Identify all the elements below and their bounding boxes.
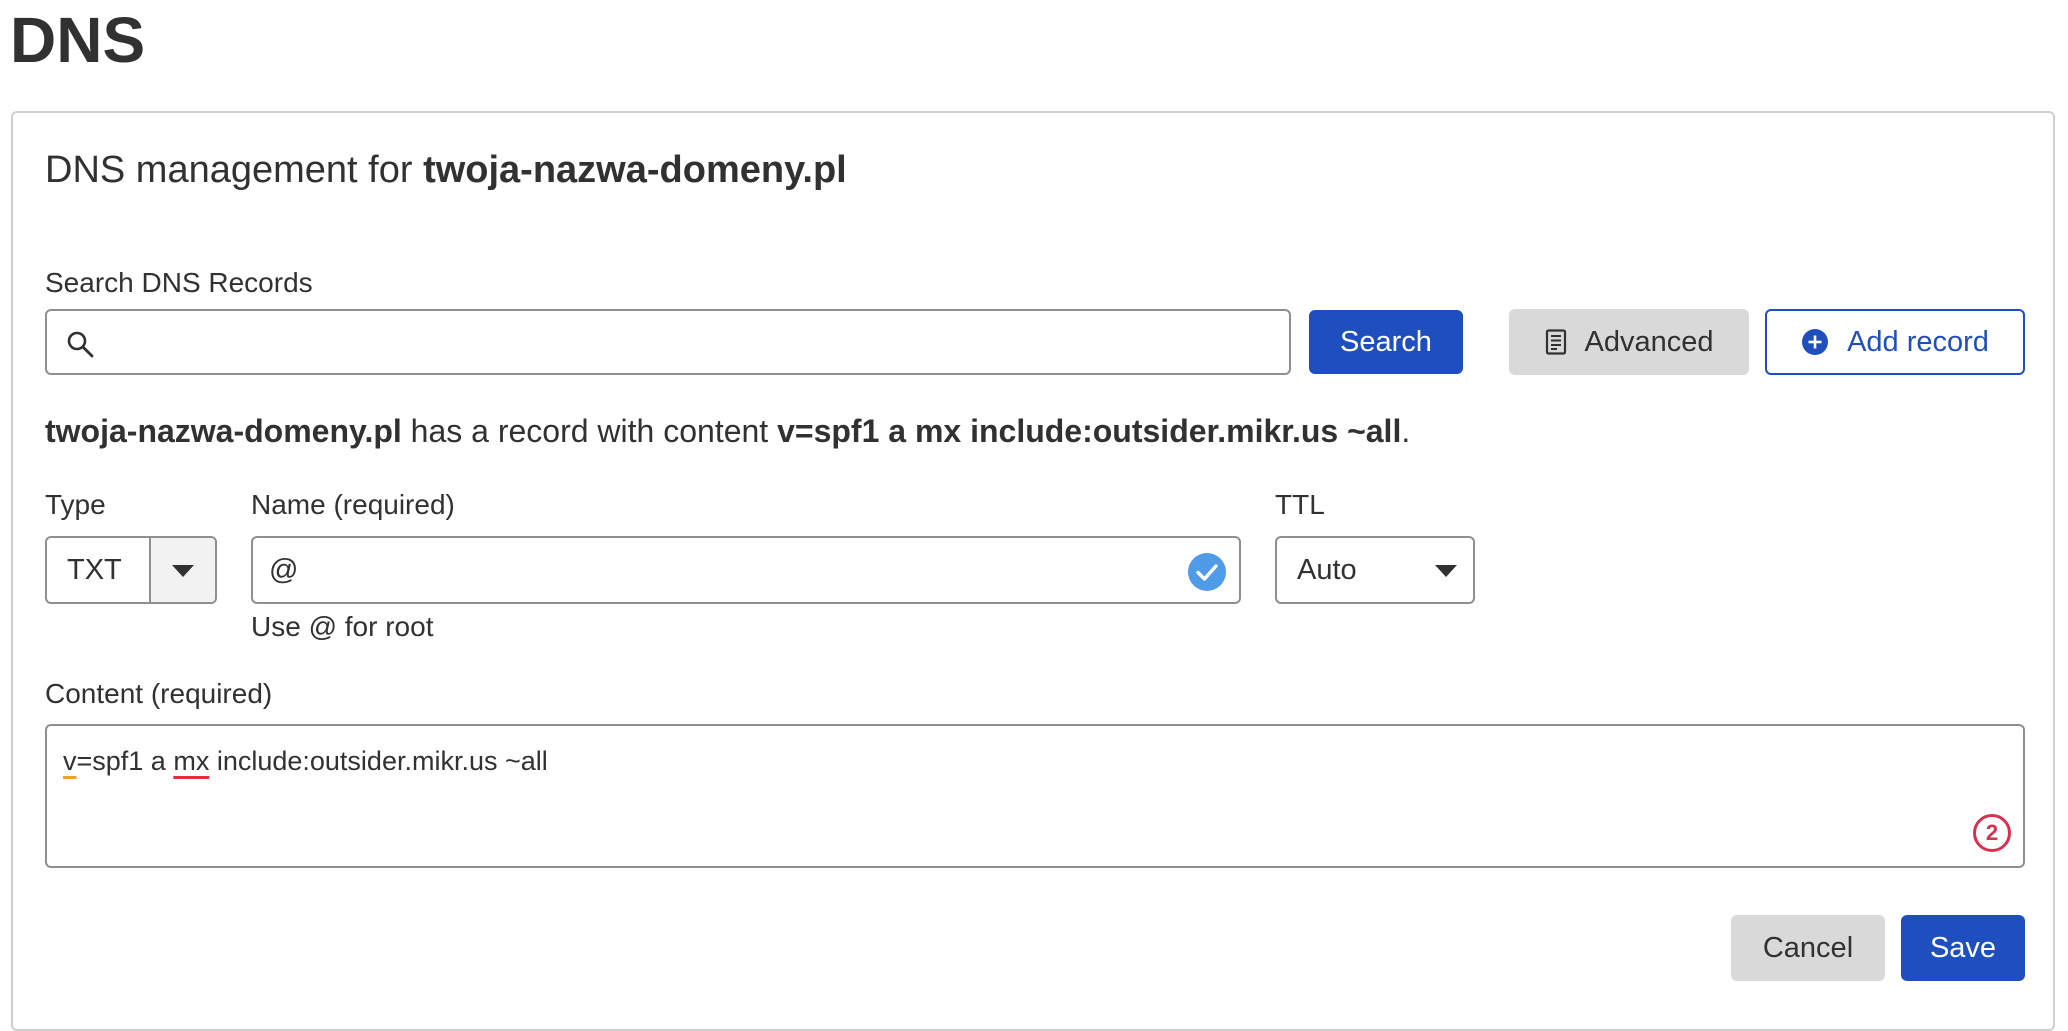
add-record-button[interactable]: Add record — [1765, 309, 2025, 375]
record-info-text: twoja-nazwa-domeny.pl has a record with … — [45, 413, 1410, 450]
spellcheck-word: v — [63, 746, 77, 776]
plus-circle-icon — [1801, 328, 1829, 356]
ttl-value: Auto — [1297, 554, 1357, 586]
type-value: TXT — [67, 554, 122, 586]
info-end: . — [1401, 413, 1411, 449]
content-value: v=spf1 a mx include:outsider.mikr.us ~al… — [63, 746, 548, 777]
name-value: @ — [269, 554, 299, 586]
spellcheck-word: mx — [173, 746, 210, 776]
type-dropdown-toggle[interactable] — [149, 538, 215, 602]
valid-check-icon — [1187, 552, 1227, 592]
info-content: v=spf1 a mx include:outsider.mikr.us ~al… — [777, 413, 1402, 449]
info-domain: twoja-nazwa-domeny.pl — [45, 413, 402, 449]
chevron-down-icon — [1435, 565, 1457, 577]
dns-management-card: DNS management for twoja-nazwa-domeny.pl… — [11, 111, 2055, 1031]
name-input[interactable]: @ — [251, 536, 1241, 604]
ttl-select[interactable]: Auto — [1275, 536, 1475, 604]
cancel-button[interactable]: Cancel — [1731, 915, 1885, 981]
card-heading-domain: twoja-nazwa-domeny.pl — [423, 149, 847, 191]
search-icon — [65, 329, 95, 359]
name-label: Name (required) — [251, 489, 455, 520]
search-label: Search DNS Records — [45, 267, 313, 298]
content-segment: include:outsider.mikr.us ~all — [209, 746, 548, 776]
info-middle: has a record with content — [401, 413, 778, 449]
advanced-label: Advanced — [1584, 325, 1714, 358]
type-label: Type — [45, 489, 106, 520]
content-textarea[interactable]: v=spf1 a mx include:outsider.mikr.us ~al… — [45, 724, 2025, 868]
document-icon — [1545, 329, 1567, 355]
save-button[interactable]: Save — [1901, 915, 2025, 981]
advanced-button[interactable]: Advanced — [1509, 309, 1749, 375]
card-heading-prefix: DNS management for — [45, 149, 424, 191]
add-record-label: Add record — [1847, 325, 1989, 358]
search-input[interactable] — [45, 309, 1291, 375]
extension-badge[interactable]: 2 — [1973, 814, 2011, 852]
content-segment: =spf1 a — [76, 746, 174, 776]
name-hint: Use @ for root — [251, 611, 434, 642]
chevron-down-icon — [172, 565, 194, 577]
page-title: DNS — [10, 4, 146, 76]
ttl-label: TTL — [1275, 489, 1325, 520]
content-label: Content (required) — [45, 678, 273, 709]
search-button[interactable]: Search — [1309, 310, 1463, 374]
card-heading: DNS management for twoja-nazwa-domeny.pl — [45, 149, 847, 192]
type-select[interactable]: TXT — [45, 536, 217, 604]
